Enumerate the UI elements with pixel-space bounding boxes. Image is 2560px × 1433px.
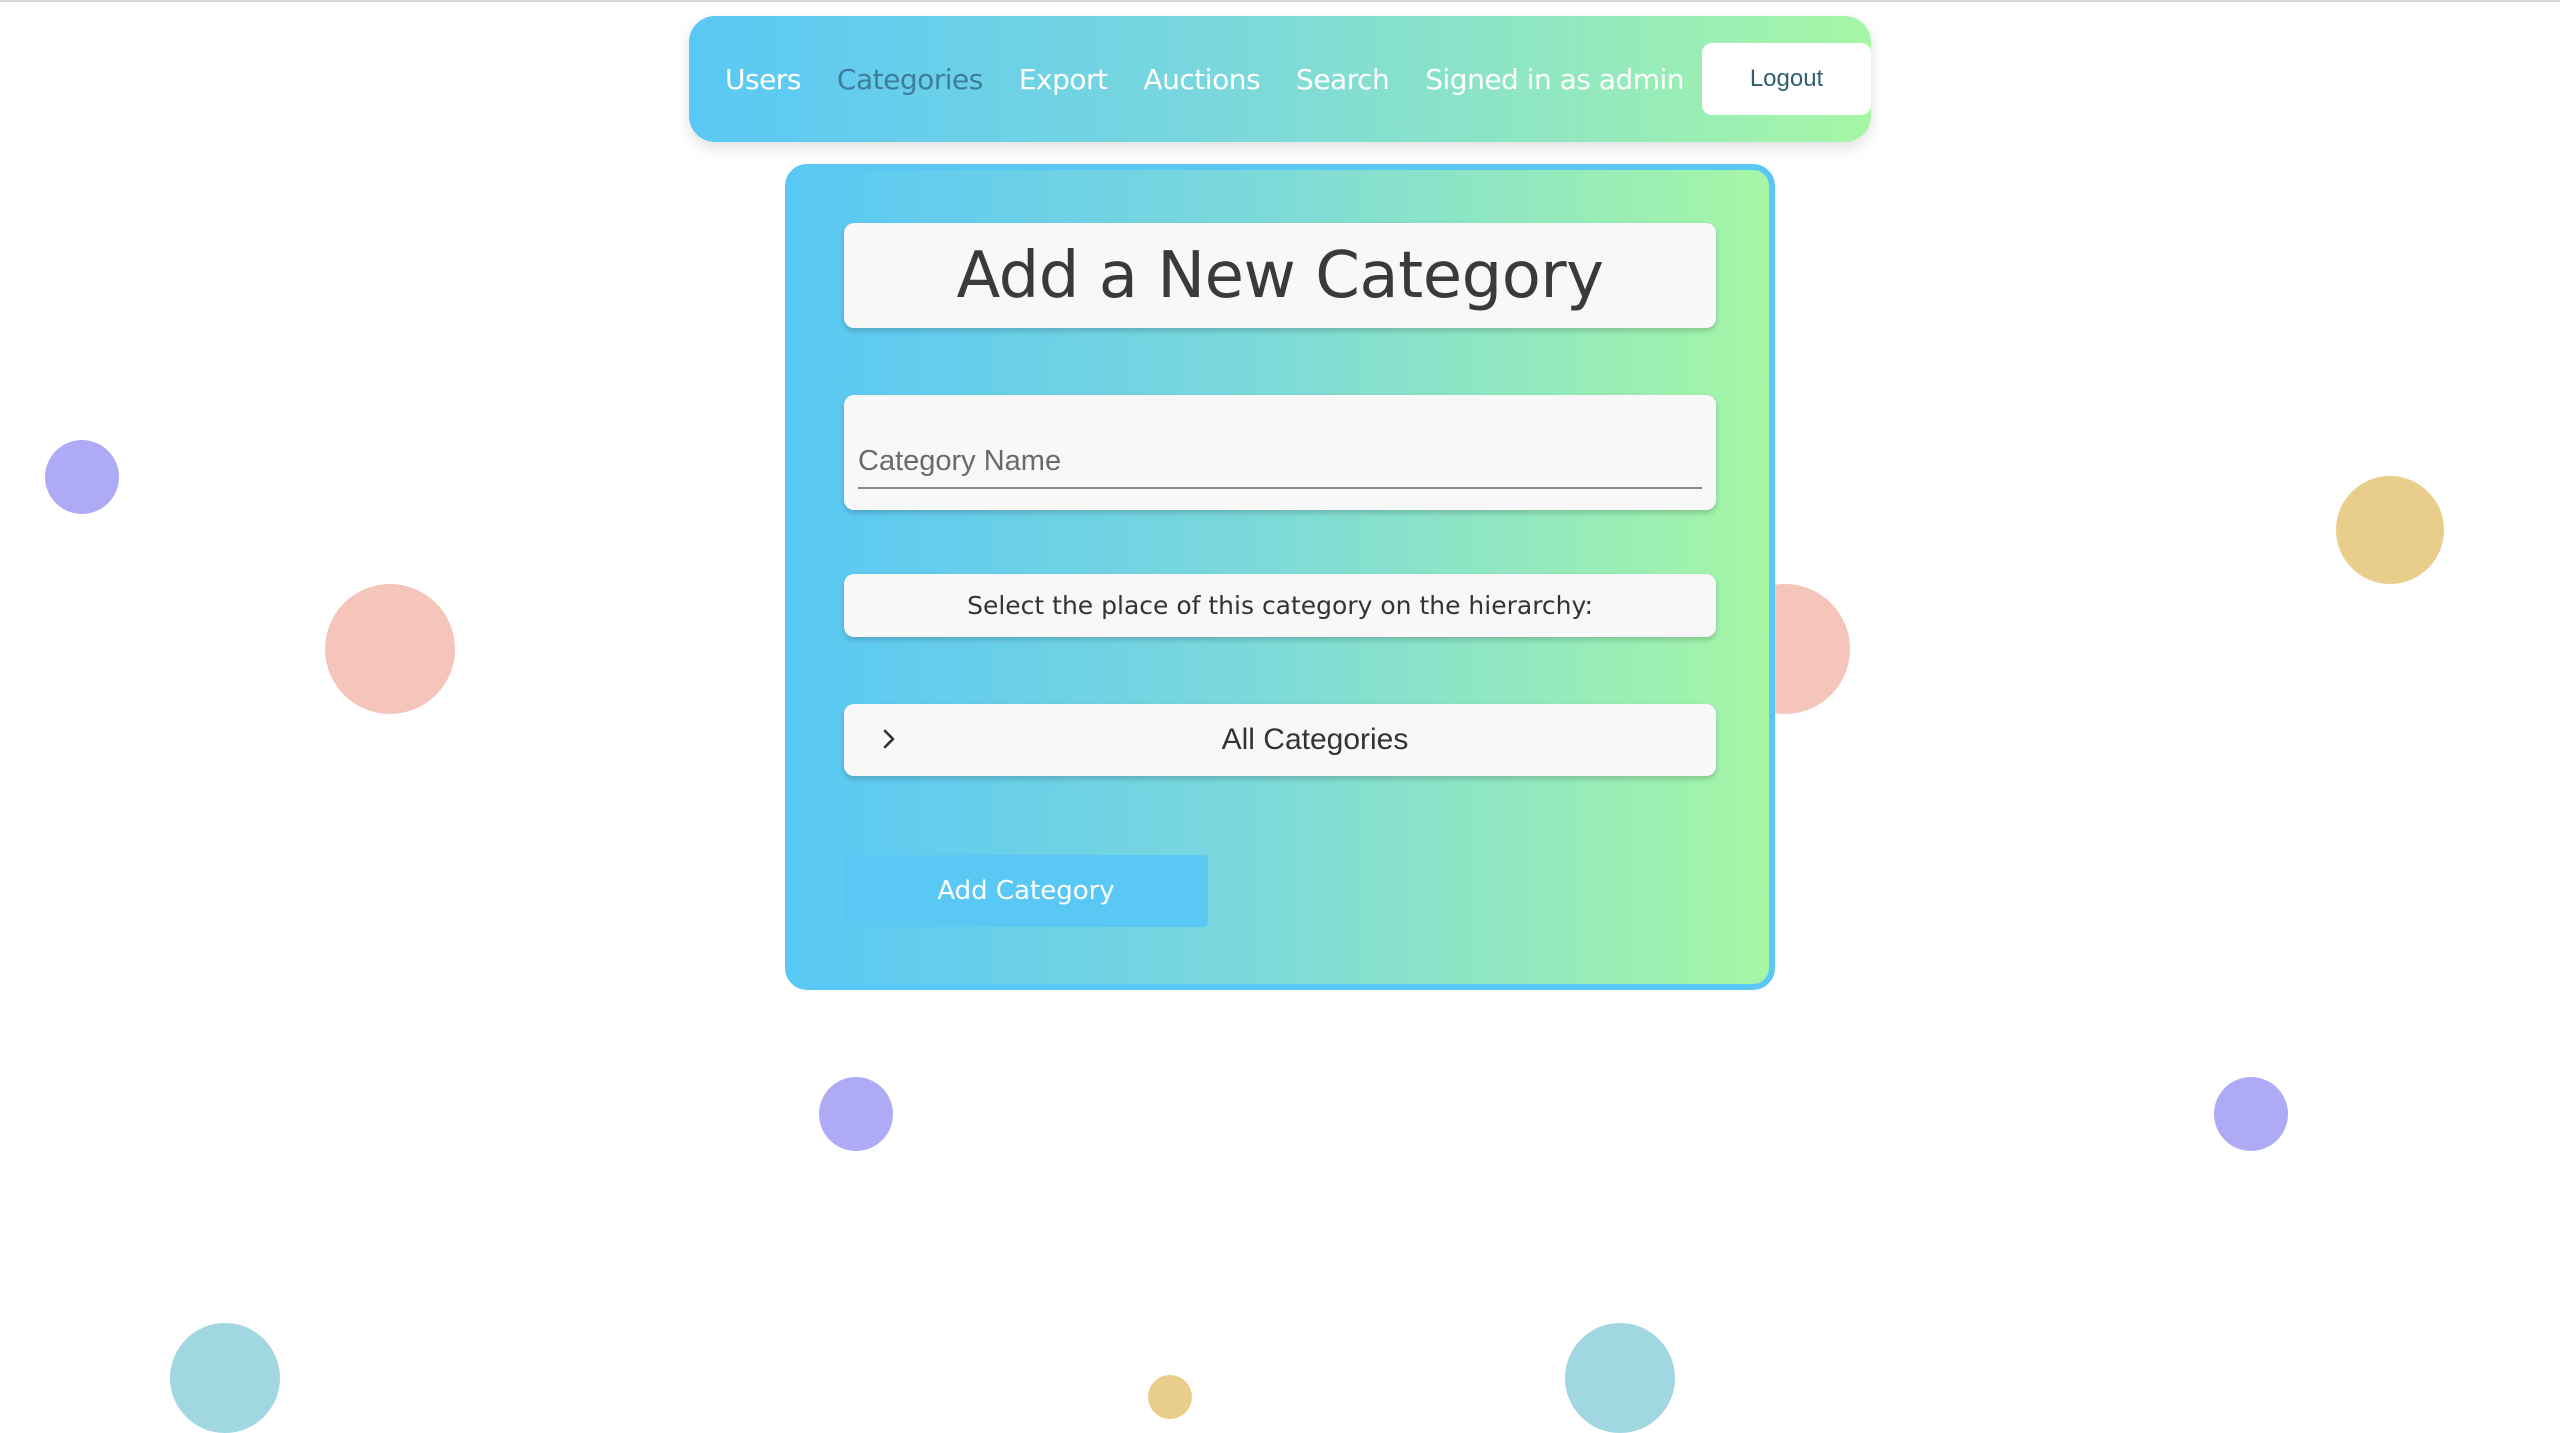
nav-link-search[interactable]: Search <box>1296 63 1390 96</box>
window-top-border <box>0 0 2560 2</box>
nav-link-export[interactable]: Export <box>1019 63 1108 96</box>
hierarchy-hint-panel: Select the place of this category on the… <box>844 574 1716 637</box>
decorative-bubble <box>1148 1375 1192 1419</box>
nav-link-auctions[interactable]: Auctions <box>1144 63 1261 96</box>
decorative-bubble <box>325 584 455 714</box>
decorative-bubble <box>45 440 119 514</box>
category-name-input[interactable] <box>858 435 1702 489</box>
nav-link-users[interactable]: Users <box>725 63 801 96</box>
hierarchy-hint-text: Select the place of this category on the… <box>967 591 1593 620</box>
decorative-bubble <box>170 1323 280 1433</box>
logout-button[interactable]: Logout <box>1702 43 1871 115</box>
top-navbar: Users Categories Export Auctions Search … <box>689 16 1871 142</box>
decorative-bubble <box>819 1077 893 1151</box>
tree-root-label[interactable]: All Categories <box>844 723 1716 757</box>
page-title: Add a New Category <box>956 238 1604 313</box>
decorative-bubble <box>2214 1077 2288 1151</box>
category-name-panel <box>844 395 1716 510</box>
decorative-bubble <box>1565 1323 1675 1433</box>
signed-in-status: Signed in as admin <box>1425 62 1685 96</box>
add-category-button[interactable]: Add Category <box>844 855 1208 927</box>
chevron-right-icon[interactable] <box>874 724 904 754</box>
decorative-bubble <box>2336 476 2444 584</box>
nav-link-categories[interactable]: Categories <box>837 63 983 96</box>
title-panel: Add a New Category <box>844 223 1716 328</box>
category-tree-root[interactable]: All Categories <box>844 704 1716 776</box>
